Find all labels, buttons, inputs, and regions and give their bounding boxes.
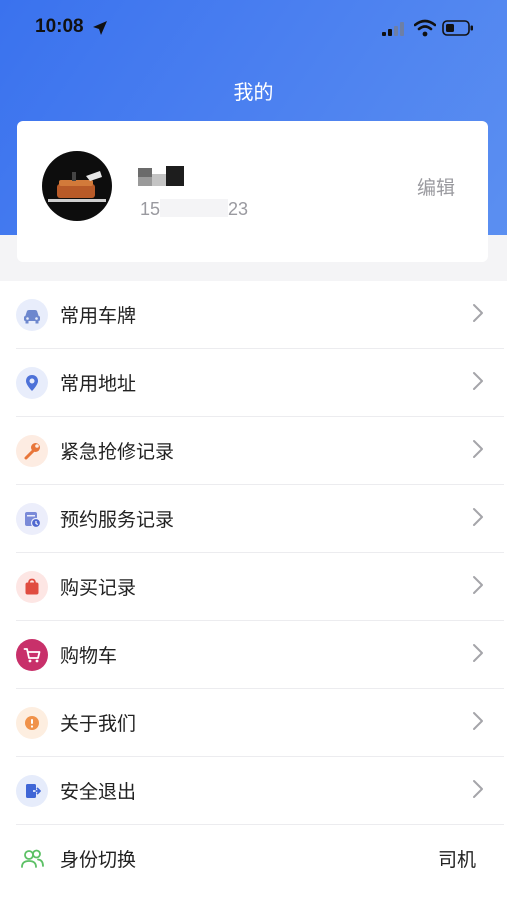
menu-item-label: 常用车牌 xyxy=(60,305,137,327)
chevron-right-icon xyxy=(473,576,483,594)
info-icon xyxy=(16,707,48,739)
chevron-right-icon xyxy=(473,372,483,390)
menu-item-label: 安全退出 xyxy=(60,781,137,803)
menu-item-purchases[interactable]: 购买记录 xyxy=(16,553,504,621)
shopping-bag-icon xyxy=(16,571,48,603)
status-bar: 10:08 xyxy=(0,0,507,60)
cart-icon xyxy=(16,639,48,671)
menu-item-label: 常用地址 xyxy=(60,373,137,395)
menu-item-label: 身份切换 xyxy=(60,849,137,871)
battery-icon xyxy=(442,20,473,36)
chevron-right-icon xyxy=(473,644,483,662)
location-arrow-icon xyxy=(93,21,107,35)
avatar[interactable] xyxy=(42,151,112,221)
menu-item-label: 关于我们 xyxy=(60,713,137,735)
phone-number: 15 23 xyxy=(140,199,248,220)
phone-suffix: 23 xyxy=(228,199,249,219)
phone-prefix: 15 xyxy=(140,199,161,219)
wrench-icon xyxy=(16,435,48,467)
exit-icon xyxy=(16,775,48,807)
menu-item-label: 紧急抢修记录 xyxy=(60,441,175,463)
menu-item-cart[interactable]: 购物车 xyxy=(16,621,504,689)
menu-item-plates[interactable]: 常用车牌 xyxy=(16,281,504,349)
profile-card[interactable]: 15 23 编辑 xyxy=(17,121,488,262)
menu-item-switch-role[interactable]: 身份切换 司机 xyxy=(16,825,504,893)
menu-item-label: 预约服务记录 xyxy=(60,509,175,531)
wifi-icon xyxy=(414,19,436,37)
username-blurred xyxy=(138,166,186,188)
page-title: 我的 xyxy=(233,80,274,104)
phone-mask xyxy=(160,199,229,217)
menu-item-label: 购买记录 xyxy=(60,577,137,599)
chevron-right-icon xyxy=(473,440,483,458)
status-time: 10:08 xyxy=(35,16,84,37)
menu-item-emergency-repair[interactable]: 紧急抢修记录 xyxy=(16,417,504,485)
chevron-right-icon xyxy=(473,508,483,526)
cellular-signal-icon xyxy=(382,22,404,36)
current-role: 司机 xyxy=(437,849,476,871)
chevron-right-icon xyxy=(473,304,483,322)
location-pin-icon xyxy=(16,367,48,399)
menu-item-about[interactable]: 关于我们 xyxy=(16,689,504,757)
edit-button[interactable]: 编辑 xyxy=(417,173,455,200)
calendar-clock-icon xyxy=(16,503,48,535)
chevron-right-icon xyxy=(473,780,483,798)
menu-item-appointments[interactable]: 预约服务记录 xyxy=(16,485,504,553)
menu-item-label: 购物车 xyxy=(60,645,118,667)
users-icon xyxy=(16,843,48,875)
menu-item-addresses[interactable]: 常用地址 xyxy=(16,349,504,417)
menu-list: 常用车牌 常用地址 紧急抢修记录 预约服务记录 购买记录 购物车 关于我们 安全… xyxy=(16,281,504,893)
menu-item-logout[interactable]: 安全退出 xyxy=(16,757,504,825)
chevron-right-icon xyxy=(473,712,483,730)
car-icon xyxy=(16,299,48,331)
